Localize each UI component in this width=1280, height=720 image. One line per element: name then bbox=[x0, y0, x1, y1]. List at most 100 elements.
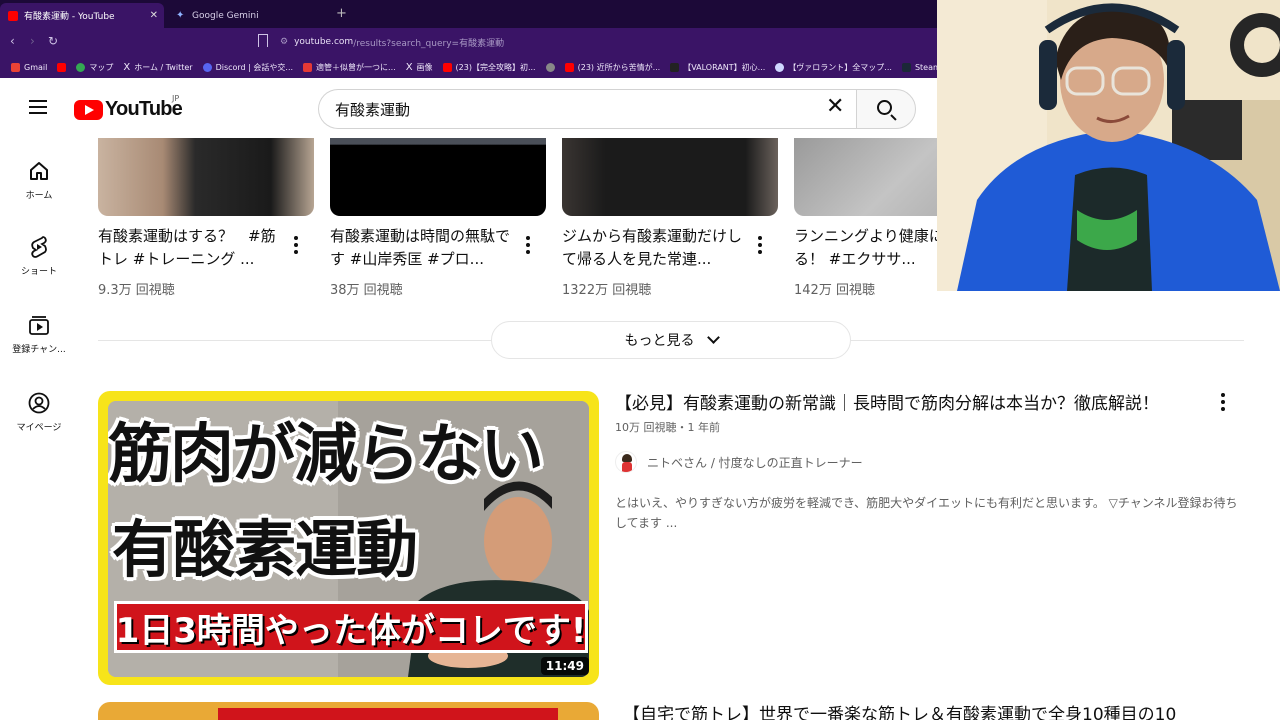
logo-wordmark: YouTube bbox=[105, 98, 183, 120]
show-more-label: もっと見る bbox=[624, 333, 695, 349]
site-info-icon[interactable]: ⚙ bbox=[280, 37, 288, 47]
bookmark-label: Discord | 会話や交... bbox=[215, 62, 294, 72]
thumbnail-image bbox=[218, 708, 558, 720]
subscriptions-icon bbox=[28, 314, 50, 336]
more-actions-icon[interactable] bbox=[758, 236, 762, 254]
chevron-down-icon bbox=[706, 331, 720, 344]
short-views: 38万 回視聴 bbox=[330, 283, 403, 298]
bookmark-icon[interactable] bbox=[258, 34, 268, 47]
clear-search-icon[interactable]: ✕ bbox=[826, 96, 844, 118]
tab-youtube[interactable]: 有酸素運動 - YouTube ✕ bbox=[0, 3, 164, 28]
more-actions-icon[interactable] bbox=[1221, 393, 1225, 414]
thumbnail-text-line2: 有酸素運動 bbox=[112, 513, 418, 586]
guide-sidebar: ホーム ショート 登録チャン... マイページ bbox=[0, 138, 78, 720]
url-path: /results?search_query=有酸素運動 bbox=[353, 38, 505, 49]
bookmark-twitter[interactable]: X ホーム / Twitter bbox=[118, 62, 197, 73]
bookmark-label: ホーム / Twitter bbox=[134, 62, 193, 72]
tab-label: Google Gemini bbox=[192, 10, 259, 21]
bookmark-maps[interactable]: マップ bbox=[71, 62, 118, 73]
bookmark-label: (23)【完全攻略】初... bbox=[455, 62, 536, 72]
search-button[interactable] bbox=[856, 89, 916, 129]
bookmark-label: 【ヴァロラント】全マップ... bbox=[788, 62, 892, 72]
video-thumbnail[interactable]: 筋肉が減らない 有酸素運動 1日3時間やった体がコレです! 11:49 bbox=[98, 391, 599, 685]
bookmark-images[interactable]: X 画像 bbox=[401, 62, 438, 73]
x-icon: X bbox=[405, 61, 413, 73]
bookmark-label: Gmail bbox=[24, 62, 48, 72]
discord-icon bbox=[202, 62, 212, 72]
sidebar-item-home[interactable]: ホーム bbox=[0, 160, 78, 201]
short-thumbnail[interactable] bbox=[330, 138, 546, 216]
search-input[interactable]: 有酸素運動 bbox=[318, 89, 856, 129]
sidebar-item-label: ホーム bbox=[25, 191, 53, 201]
short-card[interactable]: 有酸素運動は時間の無駄です #山岸秀匡 #プロ... 38万 回視聴 bbox=[330, 138, 546, 298]
close-tab-icon[interactable]: ✕ bbox=[150, 10, 158, 21]
short-title[interactable]: ジムから有酸素運動だけして帰る人を見た常連... bbox=[562, 225, 747, 271]
short-views: 9.3万 回視聴 bbox=[98, 283, 175, 298]
bookmark-9[interactable]: 【VALORANT】初心... bbox=[665, 62, 770, 73]
channel-name[interactable]: ニトベさん / 忖度なしの正直トレーナー bbox=[647, 454, 863, 471]
gemini-sparkle-icon: ✦ bbox=[176, 9, 185, 21]
site-icon bbox=[303, 62, 313, 72]
sidebar-item-shorts[interactable]: ショート bbox=[0, 236, 78, 277]
more-actions-icon[interactable] bbox=[526, 236, 530, 254]
tab-label: 有酸素運動 - YouTube bbox=[24, 12, 115, 22]
thumbnail-image: 筋肉が減らない 有酸素運動 1日3時間やった体がコレです! bbox=[108, 401, 589, 677]
bookmark-10[interactable]: 【ヴァロラント】全マップ... bbox=[770, 62, 897, 73]
short-card[interactable]: 有酸素運動はする？ #筋トレ #トレーニング ... 9.3万 回視聴 bbox=[98, 138, 314, 298]
bookmark-8[interactable]: (23) 近所から苦情が... bbox=[560, 62, 666, 73]
video-info: 【必見】有酸素運動の新常識｜長時間で筋肉分解は本当か？徹底解説！ 10万 回視聴… bbox=[615, 391, 1245, 533]
youtube-favicon-icon bbox=[8, 10, 18, 21]
back-icon[interactable]: ‹ bbox=[10, 34, 15, 48]
bookmark-6[interactable]: (23)【完全攻略】初... bbox=[438, 62, 541, 73]
more-actions-icon[interactable] bbox=[294, 236, 298, 254]
streamer-video bbox=[937, 0, 1280, 291]
youtube-icon bbox=[57, 62, 67, 72]
video-metadata: 10万 回視聴・1 年前 bbox=[615, 421, 720, 434]
you-icon bbox=[28, 392, 50, 414]
forward-icon[interactable]: › bbox=[30, 34, 35, 48]
bookmark-discord[interactable]: Discord | 会話や交... bbox=[198, 62, 298, 73]
reload-icon[interactable]: ↻ bbox=[48, 34, 58, 48]
new-tab-icon[interactable]: + bbox=[336, 6, 347, 21]
bookmark-gmail[interactable]: Gmail bbox=[6, 62, 52, 72]
short-title[interactable]: 有酸素運動はする？ #筋トレ #トレーニング ... bbox=[98, 225, 283, 271]
url-host: youtube.com bbox=[294, 37, 354, 47]
bookmark-youtube[interactable] bbox=[52, 62, 71, 72]
url-field[interactable]: ⚙ youtube.com/results?search_query=有酸素運動 bbox=[280, 32, 504, 52]
short-views: 1322万 回視聴 bbox=[562, 283, 652, 298]
short-title[interactable]: 有酸素運動は時間の無駄です #山岸秀匡 #プロ... bbox=[330, 225, 515, 271]
short-thumbnail[interactable] bbox=[98, 138, 314, 216]
sidebar-item-label: ショート bbox=[20, 267, 57, 277]
short-thumbnail[interactable] bbox=[794, 138, 940, 216]
webcam-overlay bbox=[937, 0, 1280, 291]
short-card[interactable]: ジムから有酸素運動だけして帰る人を見た常連... 1322万 回視聴 bbox=[562, 138, 778, 298]
region-code: JP bbox=[172, 94, 180, 103]
bookmark-7[interactable] bbox=[541, 62, 560, 72]
youtube-play-icon bbox=[74, 99, 103, 120]
sidebar-item-subscriptions[interactable]: 登録チャン... bbox=[0, 314, 78, 355]
show-more-button[interactable]: もっと見る bbox=[491, 321, 851, 359]
video-description: とはいえ、やりすぎない方が疲労を軽減でき、筋肥大やダイエットにも有利だと思います… bbox=[615, 496, 1238, 530]
video-duration: 11:49 bbox=[540, 657, 589, 675]
channel-row[interactable]: ニトベさん / 忖度なしの正直トレーナー bbox=[615, 451, 1245, 473]
video-title[interactable]: 【必見】有酸素運動の新常識｜長時間で筋肉分解は本当か？徹底解説！ bbox=[615, 391, 1205, 417]
sidebar-item-you[interactable]: マイページ bbox=[0, 392, 78, 433]
site-icon bbox=[670, 62, 680, 72]
menu-icon[interactable] bbox=[29, 100, 47, 114]
youtube-logo[interactable]: YouTube JP bbox=[74, 94, 183, 121]
channel-avatar[interactable] bbox=[615, 451, 637, 473]
thumbnail-banner: 1日3時間やった体がコレです! bbox=[114, 601, 588, 653]
shorts-icon bbox=[28, 236, 50, 258]
sidebar-item-label: マイページ bbox=[16, 423, 62, 433]
video-title[interactable]: 【自宅で筋トレ】世界で一番楽な筋トレ＆有酸素運動で全身10種目の10 bbox=[623, 702, 1223, 720]
bookmark-4[interactable]: 適管＋似曾が一つに... bbox=[298, 62, 401, 73]
short-thumbnail[interactable] bbox=[562, 138, 778, 216]
tab-gemini[interactable]: ✦ Google Gemini bbox=[168, 3, 328, 28]
video-thumbnail[interactable] bbox=[98, 702, 599, 720]
short-title[interactable]: ランニングより健康に痩せる！ #エクササ... bbox=[794, 225, 940, 271]
youtube-icon bbox=[564, 62, 574, 72]
short-card[interactable]: ランニングより健康に痩せる！ #エクササ... 142万 回視聴 bbox=[794, 138, 940, 298]
bookmark-label: マップ bbox=[89, 62, 114, 72]
search-icon bbox=[877, 100, 892, 115]
globe-icon bbox=[545, 62, 555, 72]
